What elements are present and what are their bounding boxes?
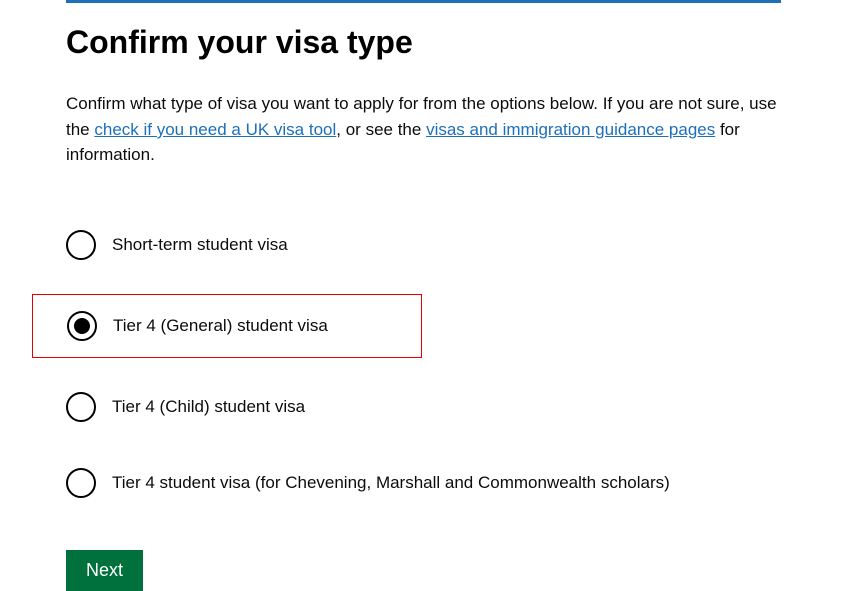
intro-part2: , or see the bbox=[336, 120, 426, 139]
check-visa-link[interactable]: check if you need a UK visa tool bbox=[94, 120, 336, 139]
guidance-link[interactable]: visas and immigration guidance pages bbox=[426, 120, 715, 139]
radio-short-term[interactable]: Short-term student visa bbox=[66, 218, 781, 272]
radio-icon bbox=[66, 468, 96, 498]
top-border bbox=[66, 0, 781, 3]
radio-tier4-general[interactable]: Tier 4 (General) student visa bbox=[32, 294, 422, 358]
radio-label: Tier 4 (Child) student visa bbox=[112, 397, 305, 417]
next-button[interactable]: Next bbox=[66, 550, 143, 591]
radio-tier4-child[interactable]: Tier 4 (Child) student visa bbox=[66, 380, 781, 434]
intro-text: Confirm what type of visa you want to ap… bbox=[66, 91, 781, 168]
visa-radio-group: Short-term student visa Tier 4 (General)… bbox=[66, 218, 781, 510]
radio-tier4-scholars[interactable]: Tier 4 student visa (for Chevening, Mars… bbox=[66, 456, 781, 510]
radio-label: Short-term student visa bbox=[112, 235, 288, 255]
radio-icon bbox=[67, 311, 97, 341]
radio-label: Tier 4 student visa (for Chevening, Mars… bbox=[112, 473, 670, 493]
radio-icon bbox=[66, 230, 96, 260]
radio-label: Tier 4 (General) student visa bbox=[113, 316, 328, 336]
page-heading: Confirm your visa type bbox=[66, 23, 781, 61]
radio-icon bbox=[66, 392, 96, 422]
